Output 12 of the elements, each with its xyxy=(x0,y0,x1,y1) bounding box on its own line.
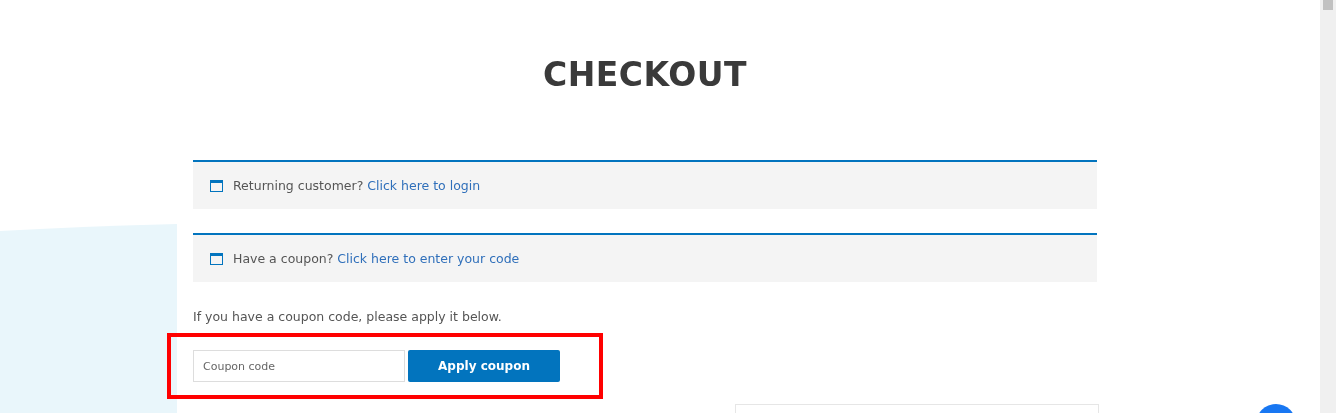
scrollbar-thumb[interactable] xyxy=(1323,0,1333,10)
window-icon xyxy=(210,252,223,265)
apply-coupon-button[interactable]: Apply coupon xyxy=(408,350,560,382)
window-icon xyxy=(210,179,223,192)
notice-link[interactable]: Click here to enter your code xyxy=(337,251,520,266)
page-title: CHECKOUT xyxy=(541,54,748,96)
notice-text: Have a coupon? Click here to enter your code xyxy=(233,251,520,266)
coupon-hint: If you have a coupon code, please apply it below. xyxy=(193,309,503,324)
coupon-field[interactable]: Coupon code xyxy=(193,350,405,382)
notice-text: Returning customer? Click here to login xyxy=(233,178,481,193)
notice-link[interactable]: Click here to login xyxy=(367,178,481,193)
scrollbar[interactable] xyxy=(1320,0,1336,413)
